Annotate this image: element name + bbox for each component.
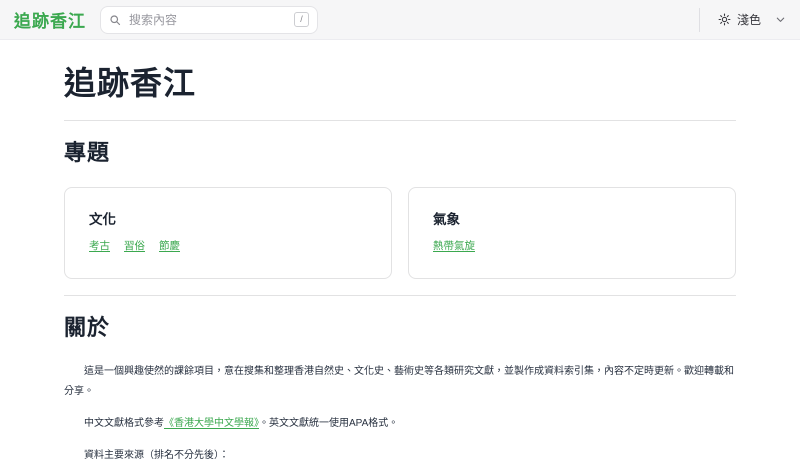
paragraph-2-text-after: 。英文文獻統一使用APA格式。 [259, 418, 398, 429]
card-title: 氣象 [433, 208, 711, 228]
card-links: 熱帶氣旋 [433, 238, 711, 253]
topic-cards: 文化 考古 習俗 節慶 氣象 熱帶氣旋 [64, 187, 736, 279]
search-icon [109, 14, 121, 26]
page-title: 追跡香江 [64, 58, 736, 104]
about-paragraph-1: 這是一個興趣使然的課餘項目，意在搜集和整理香港自然史、文化史、藝術史等各類研究文… [64, 362, 736, 402]
sun-icon [718, 13, 731, 26]
about-heading: 關於 [64, 295, 736, 342]
topics-heading: 專題 [64, 120, 736, 167]
about-paragraph-3: 資料主要來源（排名不分先後）： [64, 446, 736, 466]
topic-link-customs[interactable]: 習俗 [124, 238, 145, 253]
topic-link-tropical-cyclone[interactable]: 熱帶氣旋 [433, 238, 475, 253]
theme-label: 淺色 [737, 11, 761, 28]
top-nav: 追跡香江 / [0, 0, 800, 40]
site-logo[interactable]: 追跡香江 [14, 7, 86, 32]
chevron-down-icon [775, 14, 786, 25]
search-box[interactable]: / [100, 6, 318, 34]
hku-journal-link[interactable]: 《香港大學中文學報》 [164, 418, 259, 429]
card-links: 考古 習俗 節慶 [89, 238, 367, 253]
main-content: 追跡香江 專題 文化 考古 習俗 節慶 氣象 熱帶氣旋 關於 這是一個興趣使然的… [64, 40, 736, 466]
about-paragraph-2: 中文文獻格式參考《香港大學中文學報》。英文文獻統一使用APA格式。 [64, 414, 736, 434]
paragraph-2-text-before: 中文文獻格式參考 [84, 418, 164, 429]
search-input[interactable] [127, 12, 288, 28]
topic-card-culture: 文化 考古 習俗 節慶 [64, 187, 392, 279]
topic-link-archaeology[interactable]: 考古 [89, 238, 110, 253]
theme-toggle[interactable]: 淺色 [718, 11, 786, 28]
topic-link-festivals[interactable]: 節慶 [159, 238, 180, 253]
card-title: 文化 [89, 208, 367, 228]
topic-card-weather: 氣象 熱帶氣旋 [408, 187, 736, 279]
nav-right: 淺色 [699, 8, 786, 32]
slash-shortcut-key: / [294, 12, 309, 27]
